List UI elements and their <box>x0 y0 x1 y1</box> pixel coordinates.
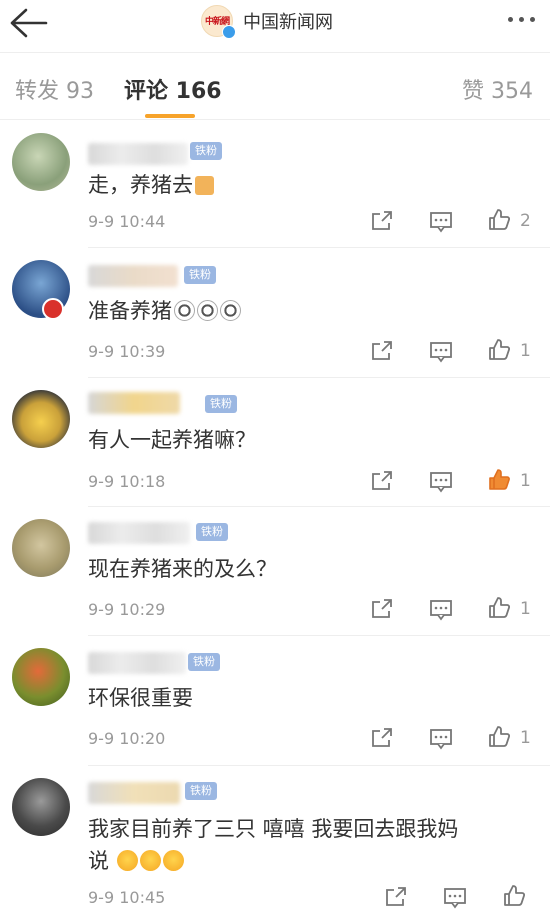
comment-time: 9-9 10:39 <box>88 342 166 361</box>
comment-text: 准备养猪 <box>88 294 241 328</box>
like-count: 2 <box>520 211 531 231</box>
region-badge-icon <box>42 298 64 320</box>
comment-icon[interactable] <box>429 597 453 621</box>
repost-icon[interactable] <box>370 726 394 750</box>
comment-time: 9-9 10:29 <box>88 600 166 619</box>
like-thumb-icon[interactable] <box>502 884 526 908</box>
avatar[interactable] <box>12 648 70 706</box>
divider <box>88 765 550 766</box>
repost-icon[interactable] <box>370 597 394 621</box>
tab-bar: 转发 93 评论 166 赞 354 <box>0 52 550 120</box>
comment-icon[interactable] <box>429 339 453 363</box>
yummy-emoji-icon <box>140 850 161 871</box>
username-blurred[interactable] <box>88 782 180 804</box>
tab-reposts[interactable]: 转发 93 <box>15 73 94 105</box>
avatar[interactable] <box>12 519 70 577</box>
divider <box>88 247 550 248</box>
family-emoji-icon <box>195 176 214 195</box>
comment-icon[interactable] <box>443 885 467 909</box>
fan-badge: 铁粉 <box>190 142 222 160</box>
comment-text: 有人一起养猪嘛？ <box>88 428 256 452</box>
comment-text: 走，养猪去 <box>88 168 214 202</box>
comment-time: 9-9 10:20 <box>88 729 166 748</box>
like-count: 1 <box>520 471 531 491</box>
more-dots-icon[interactable] <box>508 14 538 24</box>
comment-time: 9-9 10:44 <box>88 212 166 231</box>
avatar[interactable] <box>12 133 70 191</box>
yummy-emoji-icon <box>117 850 138 871</box>
fan-badge: 铁粉 <box>196 523 228 541</box>
top-bar: 中新網 中国新闻网 <box>0 0 550 50</box>
fan-badge: 铁粉 <box>188 653 220 671</box>
divider <box>88 377 550 378</box>
username-blurred[interactable] <box>88 143 188 165</box>
divider <box>88 635 550 636</box>
dog-emoji-icon <box>174 300 195 321</box>
tab-likes[interactable]: 赞 354 <box>462 73 533 105</box>
comment-time: 9-9 10:18 <box>88 472 166 491</box>
repost-icon[interactable] <box>384 885 408 909</box>
avatar[interactable] <box>12 390 70 448</box>
repost-icon[interactable] <box>370 469 394 493</box>
yummy-emoji-icon <box>163 850 184 871</box>
comment-text: 现在养猪来的及么？ <box>88 557 277 581</box>
avatar[interactable] <box>12 778 70 836</box>
tab-comments[interactable]: 评论 166 <box>124 73 222 105</box>
comment-text-content: 说 <box>88 849 109 873</box>
like-count: 1 <box>520 728 531 748</box>
comment-icon[interactable] <box>429 726 453 750</box>
divider <box>88 506 550 507</box>
like-thumb-icon[interactable] <box>487 338 511 362</box>
arrow-left-icon[interactable] <box>8 6 48 40</box>
fan-badge: 铁粉 <box>185 782 217 800</box>
comment-icon[interactable] <box>429 469 453 493</box>
comment-time: 9-9 10:45 <box>88 888 166 907</box>
verified-icon <box>222 25 236 39</box>
account-header[interactable]: 中新網 中国新闻网 <box>201 3 333 39</box>
fan-badge: 铁粉 <box>205 395 237 413</box>
repost-icon[interactable] <box>370 339 394 363</box>
username-blurred[interactable] <box>88 652 186 674</box>
dog-emoji-icon <box>220 300 241 321</box>
comment-text-content: 走，养猪去 <box>88 173 193 197</box>
account-name: 中国新闻网 <box>243 12 333 33</box>
like-count: 1 <box>520 341 531 361</box>
comment-text-content: 准备养猪 <box>88 299 172 323</box>
username-blurred[interactable] <box>88 265 178 287</box>
like-count: 1 <box>520 599 531 619</box>
repost-icon[interactable] <box>370 209 394 233</box>
username-blurred[interactable] <box>88 522 190 544</box>
dog-emoji-icon <box>197 300 218 321</box>
comment-text-line1: 我家目前养了三只 嘻嘻 我要回去跟我妈 <box>88 817 459 841</box>
fan-badge: 铁粉 <box>184 266 216 284</box>
account-logo: 中新網 <box>201 5 236 39</box>
like-thumb-icon[interactable] <box>487 596 511 620</box>
comment-text: 环保很重要 <box>88 686 193 710</box>
like-thumb-icon[interactable] <box>487 468 511 492</box>
active-tab-indicator <box>145 114 195 118</box>
comment-text-line2: 说 <box>88 844 184 878</box>
comment-icon[interactable] <box>429 209 453 233</box>
like-thumb-icon[interactable] <box>487 725 511 749</box>
like-thumb-icon[interactable] <box>487 208 511 232</box>
username-blurred[interactable] <box>88 392 180 414</box>
